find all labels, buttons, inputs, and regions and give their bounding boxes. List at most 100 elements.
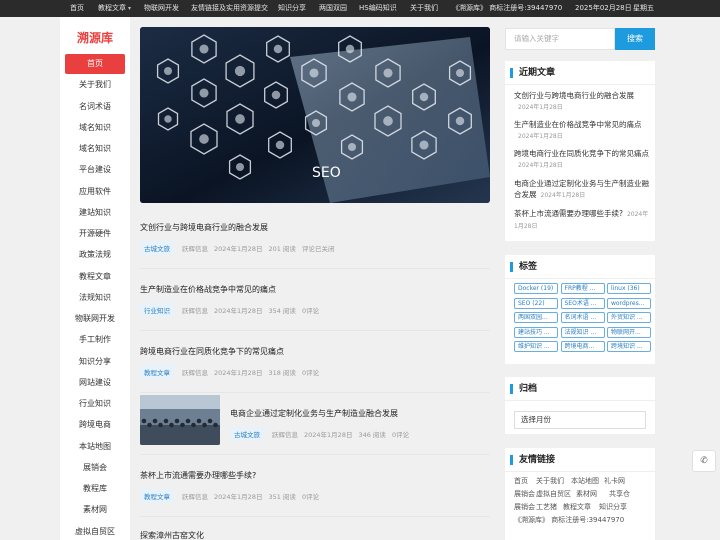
- nav-friend-links[interactable]: 友情链接及实用资源提交: [191, 0, 268, 17]
- sidebar-item[interactable]: 行业知识: [65, 394, 125, 414]
- article-reads: 318 阅读: [268, 369, 296, 377]
- sidebar-item[interactable]: 网站建设: [65, 373, 125, 393]
- hero-hexagon-icon: [163, 66, 173, 76]
- tag-chip[interactable]: SEO (22): [514, 297, 558, 309]
- article-category-badge[interactable]: 古城文旅: [230, 427, 264, 441]
- tag-chip[interactable]: 法规知识 ...: [560, 326, 605, 338]
- sidebar-item[interactable]: 手工制作: [65, 330, 125, 350]
- sidebar-item[interactable]: 本站地图: [65, 437, 125, 457]
- sidebar-item[interactable]: 教程库: [65, 479, 125, 499]
- tag-chip[interactable]: Docker (19): [514, 283, 558, 294]
- recent-post-link[interactable]: 生产制造业在价格战竞争中常见的痛点 2024年1月28日: [514, 119, 649, 142]
- article-date: 2024年1月28日: [214, 369, 263, 377]
- article-divider: [140, 330, 490, 331]
- site-logo[interactable]: 溯源库: [60, 29, 130, 46]
- nav-about[interactable]: 关于我们: [410, 0, 438, 17]
- nav-trademark[interactable]: 《溯源库》 商标注册号:39447970: [452, 0, 562, 17]
- tag-chip[interactable]: linux (36): [607, 283, 651, 294]
- recent-post-title: 茶杯上市流通需要办理哪些手续?: [514, 209, 623, 218]
- recent-post-link[interactable]: 茶杯上市流通需要办理哪些手续? 2024年1月28日: [514, 208, 649, 232]
- tag-chip[interactable]: 跨境知识 ...: [607, 341, 651, 352]
- tag-chip[interactable]: 两国双园...: [514, 312, 558, 323]
- recent-post-link[interactable]: 跨境电商行业在同质化竞争下的常见痛点 2024年1月28日: [514, 148, 649, 171]
- tag-chip[interactable]: 名词术语 ...: [560, 312, 605, 323]
- article-title[interactable]: 生产制造业在价格战竞争中常见的痛点: [140, 284, 490, 295]
- recent-posts-heading: 近期文章: [505, 61, 655, 85]
- article-title[interactable]: 跨境电商行业在同质化竞争下的常见痛点: [140, 346, 490, 357]
- tag-chip[interactable]: 维护知识 ...: [514, 341, 558, 352]
- nav-home[interactable]: 首页: [70, 0, 84, 17]
- nav-tutorials[interactable]: 教程文章 ▾: [98, 0, 131, 17]
- friend-link[interactable]: 《溯源库》 商标注册号:39447970: [514, 515, 624, 525]
- article-category-badge[interactable]: 行业知识: [140, 303, 174, 317]
- sidebar-item[interactable]: 知识分享: [65, 352, 125, 372]
- sidebar-item[interactable]: 域名知识: [65, 118, 125, 138]
- main-content: SEO 文创行业与跨境电商行业的融合发展 古城文旅 跃辉信息 2024年1月28日 20…: [140, 27, 490, 540]
- sidebar-item[interactable]: 政策法规: [65, 245, 125, 265]
- article-thumbnail[interactable]: [140, 395, 220, 445]
- friend-link[interactable]: 知识分享: [599, 502, 627, 512]
- tag-chip[interactable]: wordpres...: [607, 297, 651, 309]
- friend-link[interactable]: 首页: [514, 476, 528, 486]
- article-title[interactable]: 文创行业与跨境电商行业的融合发展: [140, 222, 490, 233]
- sidebar-item[interactable]: 跨境电商: [65, 415, 125, 435]
- friend-link[interactable]: 展销会: [514, 502, 535, 512]
- article-comments: 0评论: [301, 369, 320, 377]
- sidebar-item[interactable]: 虚拟自贸区: [65, 522, 125, 540]
- phone-icon[interactable]: ✆: [692, 450, 716, 472]
- sidebar-item[interactable]: 教程文章: [65, 267, 125, 287]
- article-comments: 0评论: [301, 307, 320, 315]
- friend-link[interactable]: 虚拟自贸区: [536, 489, 571, 499]
- archive-heading: 归档: [505, 377, 655, 401]
- sidebar-item[interactable]: 开源硬件: [65, 224, 125, 244]
- friend-link[interactable]: 展销会: [514, 489, 535, 499]
- article-category-badge[interactable]: 教程文章: [140, 365, 174, 379]
- hero-image[interactable]: SEO: [140, 27, 490, 203]
- article-meta: 古城文旅 跃辉信息 2024年1月28日 346 阅读 0评论: [230, 427, 415, 441]
- article-title[interactable]: 茶杯上市流通需要办理哪些手续?: [140, 470, 490, 481]
- article-title[interactable]: 探索漳州古窑文化: [140, 530, 490, 540]
- sidebar-item[interactable]: 建站知识: [65, 203, 125, 223]
- hero-hexagon-icon: [309, 68, 319, 78]
- sidebar-item[interactable]: 物联网开发: [65, 309, 125, 329]
- recent-post-link[interactable]: 电商企业通过定制化业务与生产制造业融合发展 2024年1月28日: [514, 178, 649, 201]
- article-category-badge[interactable]: 教程文章: [140, 489, 174, 503]
- sidebar-item[interactable]: 法规知识: [65, 288, 125, 308]
- friend-link[interactable]: 共享仓: [609, 489, 630, 499]
- tag-chip[interactable]: 物联网开...: [607, 326, 651, 338]
- friend-link[interactable]: 本站地图: [571, 476, 599, 486]
- sidebar-item[interactable]: 展销会: [65, 458, 125, 478]
- sidebar-item[interactable]: 平台建设: [65, 160, 125, 180]
- archive-month-select[interactable]: 选择月份: [514, 411, 646, 429]
- nav-hs-code[interactable]: HS编码知识: [359, 0, 397, 17]
- friend-link[interactable]: 素材网: [576, 489, 597, 499]
- tag-chip[interactable]: FRP教程 ...: [560, 283, 605, 294]
- tag-chip[interactable]: 外贸知识 ...: [607, 312, 651, 323]
- search-button[interactable]: 搜索: [615, 28, 655, 50]
- friend-link[interactable]: 教程文章: [563, 502, 591, 512]
- tag-chip[interactable]: 建站技巧 ...: [514, 326, 558, 338]
- nav-knowledge[interactable]: 知识分享: [278, 0, 306, 17]
- sidebar-item[interactable]: 素材网: [65, 500, 125, 520]
- tag-chip[interactable]: SEO术语 ...: [560, 297, 605, 309]
- search-input[interactable]: 请输入关键字: [505, 28, 615, 50]
- nav-iot[interactable]: 物联网开发: [144, 0, 179, 17]
- friend-link[interactable]: 礼卡网: [604, 476, 625, 486]
- friend-link[interactable]: 关于我们: [536, 476, 564, 486]
- recent-post-date: 2024年1月28日: [518, 162, 563, 169]
- nav-two-parks[interactable]: 两国双园: [319, 0, 347, 17]
- sidebar-item[interactable]: 首页: [65, 54, 125, 74]
- sidebar-item[interactable]: 名词术语: [65, 97, 125, 117]
- recent-post-link[interactable]: 文创行业与跨境电商行业的融合发展 2024年1月28日: [514, 90, 649, 113]
- hero-hexagon-icon: [347, 142, 357, 152]
- sidebar-item[interactable]: 域名知识: [65, 139, 125, 159]
- article-comments: 0评论: [301, 493, 320, 501]
- article-divider: [140, 268, 490, 269]
- tag-chip[interactable]: 跨境电商...: [560, 341, 605, 352]
- hero-hexagon-icon: [383, 116, 393, 126]
- hero-hexagon-icon: [345, 44, 355, 54]
- friend-link[interactable]: 工艺猪: [536, 502, 557, 512]
- article-category-badge[interactable]: 古城文旅: [140, 241, 174, 255]
- sidebar-item[interactable]: 关于我们: [65, 75, 125, 95]
- sidebar-item[interactable]: 应用软件: [65, 182, 125, 202]
